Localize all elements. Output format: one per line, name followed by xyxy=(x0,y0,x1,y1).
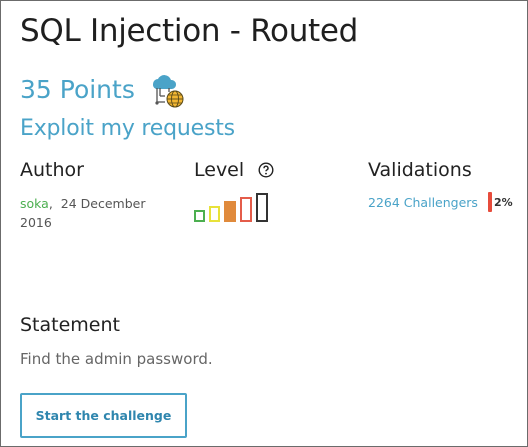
level-heading: Level xyxy=(194,159,245,181)
validations-heading: Validations xyxy=(368,159,472,181)
percent-label: 2% xyxy=(494,195,513,209)
question-circle-icon[interactable] xyxy=(258,161,274,178)
cloud-network-icon xyxy=(147,69,187,109)
level-bar-4 xyxy=(240,197,252,222)
author-meta: soka, 24 December 2016 xyxy=(20,194,180,232)
points-label: 35 Points xyxy=(20,74,135,104)
level-bar-2 xyxy=(209,206,220,222)
points-row: 35 Points xyxy=(20,69,187,109)
level-bar-1 xyxy=(194,210,205,222)
level-bar-3 xyxy=(224,201,236,222)
challenge-card: SQL Injection - Routed 35 Points Exploit… xyxy=(0,0,528,447)
author-heading: Author xyxy=(20,159,84,181)
percent-bar xyxy=(488,192,492,212)
level-meter xyxy=(194,193,268,222)
start-challenge-button[interactable]: Start the challenge xyxy=(20,393,187,438)
challenge-title: SQL Injection - Routed xyxy=(20,13,359,49)
level-heading-row: Level xyxy=(194,159,274,181)
validation-percent: 2% xyxy=(488,192,513,212)
author-separator: , xyxy=(48,196,53,211)
level-bar-5 xyxy=(256,193,268,222)
author-name-link[interactable]: soka xyxy=(20,196,49,211)
challengers-link[interactable]: 2264 Challengers xyxy=(368,195,478,210)
statement-text: Find the admin password. xyxy=(20,350,213,368)
statement-heading: Statement xyxy=(20,314,120,336)
challenge-subtitle-link[interactable]: Exploit my requests xyxy=(20,116,235,141)
